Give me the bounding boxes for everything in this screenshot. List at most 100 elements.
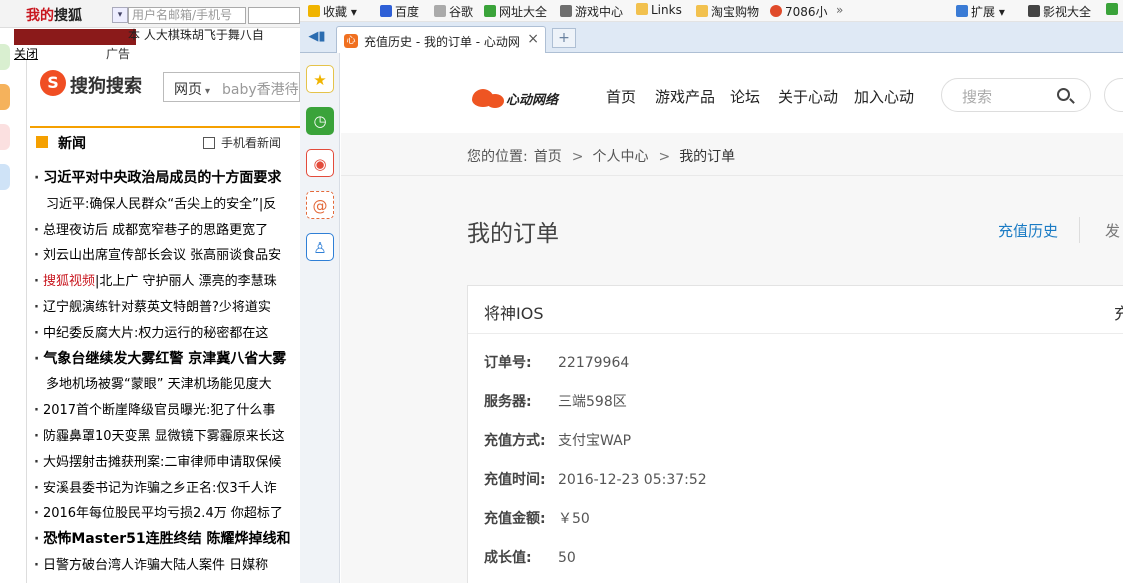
news-play-icon [36,136,48,148]
ad-banner[interactable] [14,29,136,45]
folder-icon [636,3,648,15]
gamepad-icon [560,5,572,17]
tab-recharge-history-link[interactable]: 充值历史 [998,220,1058,241]
order-field-row: 服务器: 三端598区 [484,394,627,410]
sohu-logo[interactable]: 我的搜狐 [26,5,82,25]
login-type-dropdown[interactable]: ▾ [112,7,128,23]
sidebar-toggle-icon[interactable]: ◀▮ [304,26,330,48]
news-item[interactable]: · 日警方破台湾人诈骗大陆人案件 日媒称 [34,553,300,579]
site-search-input[interactable]: 搜索 [941,78,1091,112]
side-green-icon[interactable] [0,44,10,70]
bookmark-hao[interactable]: 网址大全 [484,3,547,20]
breadcrumb: 您的位置: 首页 > 个人中心 > 我的订单 [467,149,736,165]
bookmarks-more-button[interactable]: » [836,3,843,17]
nav-forum[interactable]: 论坛 [730,86,760,107]
film-icon [1028,5,1040,17]
order-field-row: 充值金额: ￥50 [484,511,590,527]
news-item[interactable]: 多地机场被雾“蒙眼” 天津机场能见度大 [34,372,300,398]
breadcrumb-user-center[interactable]: 个人中心 [592,149,648,165]
close-tab-icon[interactable]: × [527,31,539,47]
order-field-row: 充值时间: 2016-12-23 05:37:52 [484,472,707,488]
xd-logo[interactable]: 心动网络 [472,86,558,110]
xd-favicon-icon: 心 [344,34,358,48]
search-icon[interactable] [1057,88,1070,101]
news-item[interactable]: · 2017首个断崖降级官员曝光:犯了什么事 [34,398,300,424]
download-icon [203,137,215,149]
news-item[interactable]: · 大妈摆射击摊获刑案:二审律师申请取保候 [34,450,300,476]
nav-games[interactable]: 游戏产品 [655,86,715,107]
order-field-row: 充值方式: 支付宝WAP [484,433,632,449]
tab-bar: ◀▮ 心 充值历史 - 我的订单 - 心动网 × + [300,22,1123,53]
clock-icon[interactable]: ◷ [306,107,334,135]
bookmark-google[interactable]: 谷歌 [434,3,473,20]
weibo-icon[interactable]: ◉ [306,149,334,177]
news-item[interactable]: · 习近平对中央政治局成员的十方面要求 [34,166,300,192]
plus-icon [484,5,496,17]
balloon-icon [770,5,782,17]
news-item[interactable]: 习近平:确保人民群众“舌尖上的安全”|反 [34,192,300,218]
person-icon[interactable]: ♙ [306,233,334,261]
sogou-query-input[interactable]: baby香港待 [222,79,299,99]
tab-recharge-history[interactable]: 心 充值历史 - 我的订单 - 心动网 × [336,26,546,53]
star-icon [308,5,320,17]
bookmark-7086[interactable]: 7086小 [770,3,828,20]
site-header: 心动网络 首页 游戏产品 论坛 关于心动 加入心动 搜索 [341,53,1123,133]
breadcrumb-home[interactable]: 首页 [534,149,562,165]
sogou-search-box[interactable]: 网页 baby香港待 [163,72,300,102]
sogou-search-label[interactable]: 搜狗搜索 [70,72,142,98]
more-toolbar-button[interactable] [1106,3,1121,17]
bookmark-baidu[interactable]: 百度 [380,3,419,20]
background-browser-window: 我的搜狐 ▾ 用户名邮箱/手机号 本 人大棋珠胡飞于舞八自 关闭 广告 S 搜狗… [0,0,300,583]
order-card: 将神IOS 充 订单号: 22179964 服务器: 三端598区 充值方式: 支付宝… [467,285,1123,583]
new-tab-button[interactable]: + [552,28,576,48]
news-item[interactable]: · 总理夜访后 成都宽窄巷子的思路更宽了 [34,218,300,244]
video-button[interactable]: 影视大全 [1028,3,1091,20]
bookmark-taobao[interactable]: 淘宝购物 [696,3,759,20]
news-title[interactable]: 新闻 [58,133,86,153]
bookmark-links[interactable]: Links [636,3,682,17]
mobile-news-link[interactable]: 手机看新闻 [203,134,281,151]
order-game-name: 将神IOS [484,304,544,323]
news-item[interactable]: · 防霾鼻罩10天变黑 显微镜下雾霾原来长这 [34,424,300,450]
email-at-icon[interactable]: @ [306,191,334,219]
sohu-top-bar: 我的搜狐 ▾ 用户名邮箱/手机号 [0,0,300,28]
sogou-category-select[interactable]: 网页 [174,79,210,99]
news-item[interactable]: · 2016年每位股民平均亏损2.4万 你超标了 [34,501,300,527]
folder-icon [696,5,708,17]
favorites-star-icon[interactable]: ★ [306,65,334,93]
tab-next-link[interactable]: 发 [1105,220,1120,241]
nav-join[interactable]: 加入心动 [854,86,914,107]
divider [341,175,1123,176]
extensions-button[interactable]: 扩展 ▾ [956,3,1005,20]
news-ticker[interactable]: 本 人大棋珠胡飞于舞八自 [128,26,264,43]
login-password-input[interactable] [248,7,300,24]
bookmark-favorites[interactable]: 收藏 ▾ [308,3,357,20]
bookmark-game-center[interactable]: 游戏中心 [560,3,623,20]
news-item[interactable]: · 中纪委反腐大片:权力运行的秘密都在这 [34,321,300,347]
order-card-header: 将神IOS 充 [468,286,1123,334]
news-item[interactable]: · 辽宁舰演练针对蔡英文特朗普?少将道实 [34,295,300,321]
page-title: 我的订单 [467,221,559,247]
order-card-action[interactable]: 充 [1114,300,1123,324]
browser-window: 收藏 ▾ 百度 谷歌 网址大全 游戏中心 Links 淘宝购物 7086小 » … [300,0,1123,583]
app-icon [1106,3,1118,15]
left-sidebar-strip [0,44,10,214]
page-content: 心动网络 首页 游戏产品 论坛 关于心动 加入心动 搜索 您的位置: 首页 > 个人中… [341,53,1123,583]
news-item[interactable]: · 恐怖Master51连胜终结 陈耀烨掉线和 [34,527,300,553]
news-item[interactable]: · 搜狐视频|北上广 守护丽人 漂亮的李慧珠 [34,269,300,295]
news-item[interactable]: · 气象台继续发大雾红警 京津冀八省大雾 [34,347,300,373]
side-pink-icon[interactable] [0,124,10,150]
breadcrumb-current: 我的订单 [679,149,736,165]
tab-divider [1079,217,1080,243]
side-orange-icon[interactable] [0,84,10,110]
order-field-row: 订单号: 22179964 [484,355,630,371]
news-item[interactable]: · 安溪县委书记为诈骗之乡正名:仅3千人诈 [34,476,300,502]
side-blue-icon[interactable] [0,164,10,190]
news-item[interactable]: · 刘云山出席宣传部长会议 张高丽谈食品安 [34,243,300,269]
globe-icon [434,5,446,17]
nav-about[interactable]: 关于心动 [778,86,838,107]
nav-home[interactable]: 首页 [606,86,636,107]
login-username-input[interactable]: 用户名邮箱/手机号 [128,7,246,24]
sogou-logo-icon[interactable]: S [40,70,66,96]
user-button[interactable] [1104,78,1123,112]
